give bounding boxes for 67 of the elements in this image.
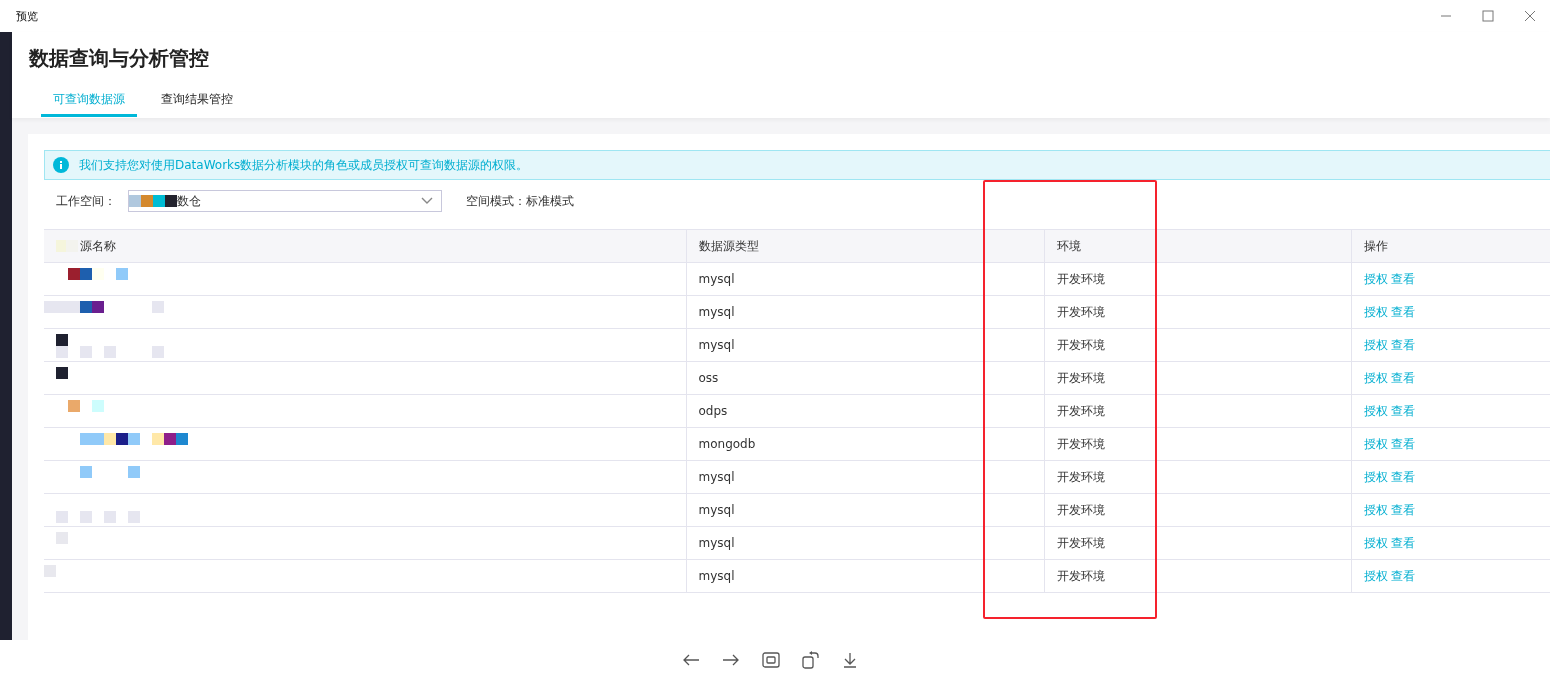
table-cell: mysql (698, 305, 735, 319)
field-label: 工作空间： (56, 192, 116, 210)
action-link[interactable]: 查看 (1391, 568, 1416, 583)
space-mode-text: 空间模式：标准模式 (466, 192, 574, 210)
table-cell: 开发环境 (1056, 436, 1105, 451)
redaction-mosaic (129, 194, 177, 208)
table-cell: 开发环境 (1056, 469, 1105, 484)
workspace-select[interactable]: 数仓 (128, 190, 442, 212)
action-link[interactable]: 查看 (1391, 337, 1416, 352)
table-cell: mysql (698, 338, 735, 352)
action-link[interactable]: 查看 (1391, 469, 1416, 484)
action-link[interactable]: 授权 (1363, 337, 1388, 352)
action-link[interactable]: 授权 (1363, 469, 1388, 484)
table-cell: mysql (698, 536, 735, 550)
action-link[interactable]: 查看 (1391, 370, 1416, 385)
redaction-mosaic (80, 466, 140, 478)
table-cell: oss (698, 371, 719, 385)
arrow-left-icon[interactable] (682, 653, 700, 667)
action-link[interactable]: 授权 (1363, 304, 1388, 319)
notice-text: 我们支持您对使用DataWorks数据分析模块的角色或成员授权可查询数据源的权限。 (79, 156, 529, 174)
maximize-icon[interactable] (1482, 10, 1494, 22)
table-cell: mysql (698, 470, 735, 484)
close-icon[interactable] (1524, 10, 1536, 22)
action-link[interactable]: 查看 (1391, 403, 1416, 418)
action-link[interactable]: 查看 (1391, 436, 1416, 451)
table-cell: mysql (698, 569, 735, 583)
page-title: 数据查询与分析管控 (28, 45, 210, 72)
action-link[interactable]: 授权 (1363, 502, 1388, 517)
action-link[interactable]: 授权 (1363, 568, 1388, 583)
table-cell: mysql (698, 503, 735, 517)
action-link[interactable]: 查看 (1391, 304, 1416, 319)
arrow-right-icon[interactable] (722, 653, 740, 667)
column-header: 数据源类型 (698, 238, 759, 253)
table-cell: 开发环境 (1056, 337, 1105, 352)
fit-screen-icon[interactable] (762, 652, 780, 668)
action-link[interactable]: 查看 (1391, 535, 1416, 550)
info-icon (53, 157, 69, 173)
redaction-mosaic (56, 239, 80, 253)
table-cell: mongodb (698, 437, 756, 451)
table-cell: 开发环境 (1056, 271, 1105, 286)
action-link[interactable]: 查看 (1391, 502, 1416, 517)
redaction-mosaic (56, 367, 68, 379)
action-link[interactable]: 授权 (1363, 535, 1388, 550)
table-cell: 开发环境 (1056, 370, 1105, 385)
table-cell: 开发环境 (1056, 568, 1105, 583)
window-title: 预览 (16, 8, 39, 24)
action-link[interactable]: 授权 (1363, 436, 1388, 451)
tab[interactable]: 可查询数据源 (41, 91, 137, 117)
table-cell: 开发环境 (1056, 535, 1105, 550)
column-header: 环境 (1056, 238, 1081, 253)
table-cell: odps (698, 404, 728, 418)
table-cell: 开发环境 (1056, 304, 1105, 319)
table-cell: mysql (698, 272, 735, 286)
action-link[interactable]: 授权 (1363, 370, 1388, 385)
table-cell: 开发环境 (1056, 502, 1105, 517)
redaction-mosaic (68, 268, 128, 280)
chevron-down-icon (421, 197, 433, 205)
download-icon[interactable] (842, 652, 858, 668)
column-header: 操作 (1363, 238, 1388, 253)
column-header: 源名称 (80, 237, 116, 255)
rotate-icon[interactable] (802, 651, 820, 669)
action-link[interactable]: 查看 (1391, 271, 1416, 286)
action-link[interactable]: 授权 (1363, 403, 1388, 418)
redaction-mosaic (68, 400, 104, 412)
table-cell: 开发环境 (1056, 403, 1105, 418)
action-link[interactable]: 授权 (1363, 271, 1388, 286)
tab[interactable]: 查询结果管控 (149, 91, 245, 117)
